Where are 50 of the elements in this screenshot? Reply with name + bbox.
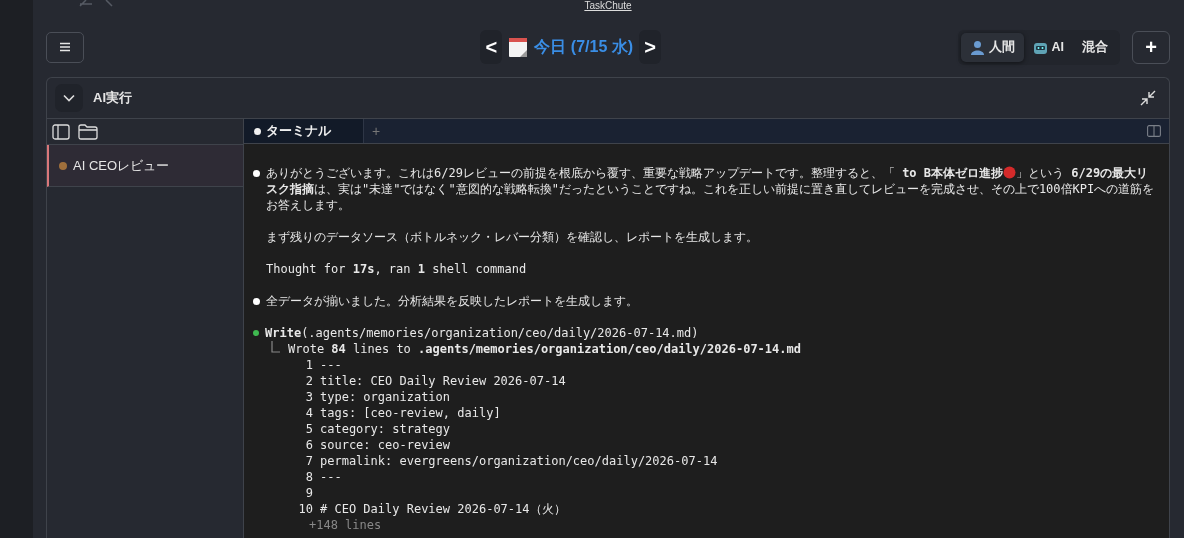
message-text: 全データが揃いました。分析結果を反映したレポートを生成します。 [266, 293, 639, 309]
tree-branch-icon [271, 341, 280, 353]
collapse-button[interactable] [55, 84, 83, 112]
line-number: 3 [304, 389, 313, 405]
line-number: 8 [304, 469, 313, 485]
previous-day-button[interactable]: < [480, 30, 503, 64]
mode-tab[interactable]: 人間 [960, 32, 1024, 62]
file-line-text: title: CEO Daily Review 2026-07-14 [320, 373, 566, 389]
file-line-text: --- [320, 357, 342, 373]
line-number: 5 [304, 421, 313, 437]
person-icon [969, 39, 985, 55]
add-button[interactable]: + [1132, 30, 1170, 64]
next-day-button[interactable]: > [639, 30, 662, 64]
panel-title: AI実行 [93, 89, 133, 107]
folder-icon[interactable] [78, 123, 98, 140]
output-text: Thought for 17s, ran 1 shell command [265, 261, 528, 277]
file-line-text: permalink: evergreens/organization/ceo/daily/2026-07-14 [320, 453, 718, 469]
line-number: 1 [304, 357, 313, 373]
session-label: AI CEOレビュー [73, 156, 170, 175]
mode-tab[interactable]: 混合 [1073, 32, 1117, 62]
minimize-icon[interactable] [1139, 89, 1157, 107]
line-number: 4 [304, 405, 313, 421]
menu-icon [59, 42, 71, 52]
sidebar-toggle-icon[interactable] [52, 123, 70, 140]
line-number: 9 [304, 485, 313, 501]
menu-button[interactable] [46, 31, 84, 63]
split-view-icon[interactable] [1147, 125, 1161, 137]
file-line-text: category: strategy [320, 421, 451, 437]
line-number: 7 [304, 453, 313, 469]
terminal-tab[interactable]: ターミナル [244, 119, 364, 143]
new-tab-button[interactable]: + [364, 119, 389, 143]
file-line-text: tags: [ceo-review, daily] [320, 405, 501, 421]
mode-tab[interactable]: AI [1023, 32, 1073, 62]
file-line-text: --- [320, 469, 342, 485]
calendar-icon [508, 36, 529, 58]
message-text: ありがとうございます。これは6/29レビューの前提を根底から覆す、重要な戦略アップデートです。整理すると、「 to B本体ゼロ進捗 」という 6/29の最大リスク指摘は、実は"未達"ではなく"意図的な戦略転換"だったということですね。これを正しい前提に置き直してレビューを完成させ、その上で100倍KPIへの道筋をお答えします。 [266, 165, 1156, 213]
file-line-text: source: ceo-review [320, 437, 451, 453]
tool-result-text: Wrote 84 lines to .agents/memories/organization/ceo/daily/2026-07-14.md [288, 341, 801, 357]
line-number: 6 [304, 437, 313, 453]
circle-mark-icon [1003, 166, 1017, 179]
tool-call-text: Write(.agents/memories/organization/ceo/daily/2026-07-14.md) [265, 325, 700, 341]
output-text: まず残りのデータソース（ボトルネック・レバー分類）を確認し、レポートを生成します。 [265, 229, 759, 245]
file-line-text: # CEO Daily Review 2026-07-14（火） [320, 501, 566, 517]
line-number: 10 [297, 501, 313, 517]
date-label[interactable]: 今日 (7/15 水) [534, 36, 634, 58]
line-number: 2 [304, 373, 313, 389]
window-title: TaskChute [584, 0, 632, 12]
more-lines-text: +148 lines [308, 517, 383, 533]
session-item[interactable]: AI CEOレビュー [47, 145, 243, 187]
file-line-text: type: organization [320, 389, 451, 405]
